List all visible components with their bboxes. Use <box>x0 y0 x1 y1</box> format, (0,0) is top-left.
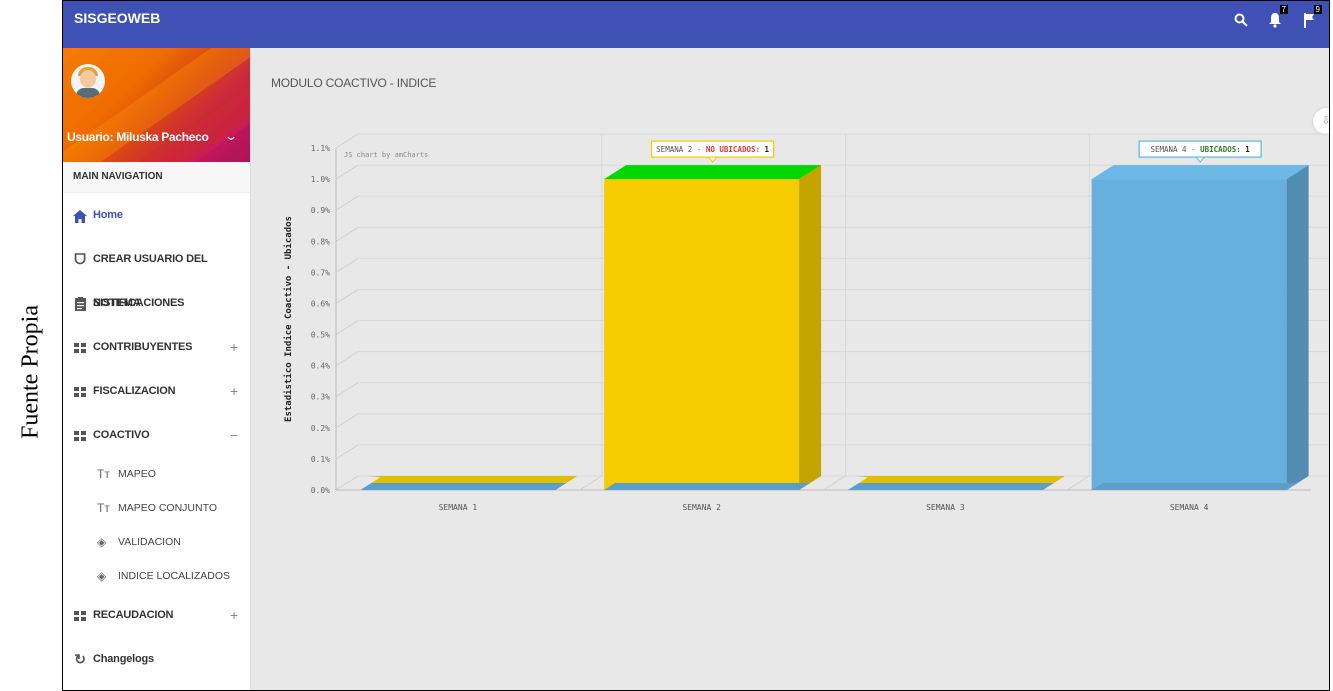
app-window: SISGEOWEB 7 9 Usuario: Miluska Pacheco ⌄… <box>62 0 1330 691</box>
x-tick-label: SEMANA 3 <box>926 503 965 512</box>
bar-chart: 0.0% 0.1% 0.2% 0.3% 0.4% 0.5% 0.6% 0.7% 0.8% 0.9%… <box>283 133 1329 512</box>
search-icon[interactable] <box>1231 9 1251 31</box>
sidebar: Usuario: Miluska Pacheco ⌄ MAIN NAVIGATI… <box>63 48 251 690</box>
notifications-badge: 7 <box>1279 5 1288 14</box>
y-tick-label: 0.0% <box>311 486 330 495</box>
sidebar-subitem-label: MAPEO <box>118 468 156 480</box>
x-tick-label: SEMANA 1 <box>439 503 478 512</box>
sidebar-item-coactivo[interactable]: COACTIVO − <box>63 413 250 457</box>
main-content: MODULO COACTIVO - INDICE ⇩ 0.0% 0.1% 0.2% 0… <box>251 48 1329 690</box>
bar-top <box>1091 165 1309 180</box>
sidebar-item-changelogs[interactable]: ↻ Changelogs <box>63 637 250 681</box>
sidebar-subitem-label: VALIDACION <box>118 536 181 548</box>
zero-bar-front <box>847 483 1054 490</box>
y-tick-label: 0.7% <box>311 268 330 277</box>
sidebar-item-label: CONTRIBUYENTES <box>93 341 193 353</box>
bar <box>1091 179 1287 490</box>
bar-side <box>1286 165 1309 490</box>
bar-top <box>604 165 822 180</box>
expand-toggle[interactable]: + <box>230 593 238 637</box>
top-bar: SISGEOWEB 7 9 <box>63 1 1329 48</box>
balloon-pointer <box>1195 156 1206 163</box>
sidebar-subitem-label: MAPEO CONJUNTO <box>118 502 217 514</box>
widgets-icon <box>72 369 88 413</box>
y-axis-label: Estadistico Indice Coactivo - Ubicados <box>283 216 294 422</box>
bar-floor <box>1091 483 1298 490</box>
sidebar-item-home[interactable]: Home <box>63 193 250 237</box>
sidebar-item-label: RECAUDACION <box>93 609 174 621</box>
users-icon: ᗜ <box>74 251 86 267</box>
sidebar-subitem-mapeo[interactable]: Tт MAPEO <box>63 457 250 491</box>
sidebar-item-label: COACTIVO <box>93 429 150 441</box>
sidebar-subitem-indice-localizados[interactable]: ◈ INDICE LOCALIZADOS <box>63 559 250 593</box>
bar-floor <box>604 483 811 490</box>
caption-text: Fuente Propia <box>17 305 44 439</box>
collapse-toggle[interactable]: − <box>230 413 238 457</box>
widgets-icon <box>72 325 88 369</box>
sidebar-subitem-mapeo-conjunto[interactable]: Tт MAPEO CONJUNTO <box>63 491 250 525</box>
sidebar-item-label: NOTIFICACIONES <box>93 297 185 309</box>
bell-icon[interactable]: 7 <box>1265 5 1288 31</box>
figure-caption: Fuente Propia <box>0 0 62 691</box>
chart-credit: JS chart by amCharts <box>344 151 428 159</box>
flags-badge: 9 <box>1313 5 1322 14</box>
sidebar-item-label: FISCALIZACION <box>93 385 176 397</box>
avatar[interactable] <box>71 64 105 98</box>
top-icons: 7 9 <box>1231 5 1322 31</box>
bar <box>604 179 800 490</box>
y-tick-label: 0.6% <box>311 299 330 308</box>
user-name[interactable]: Usuario: Miluska Pacheco <box>67 130 209 144</box>
expand-toggle[interactable]: + <box>230 325 238 369</box>
text-icon: Tт <box>97 467 110 481</box>
nav-header: MAIN NAVIGATION <box>63 162 250 193</box>
sidebar-item-recaudacion[interactable]: RECAUDACION + <box>63 593 250 637</box>
balloon-text: SEMANA 4 - UBICADOS: 1 <box>1150 145 1250 154</box>
clipboard-icon <box>72 281 88 325</box>
y-tick-label: 0.1% <box>311 455 330 464</box>
layers-icon: ◈ <box>97 569 107 583</box>
user-panel: Usuario: Miluska Pacheco ⌄ <box>63 48 250 162</box>
sidebar-item-fiscalizacion[interactable]: FISCALIZACION + <box>63 369 250 413</box>
widgets-icon <box>72 413 88 457</box>
flag-icon[interactable]: 9 <box>1299 5 1322 31</box>
bar-side <box>799 165 822 490</box>
widgets-icon <box>72 593 88 637</box>
text-icon: Tт <box>97 501 110 515</box>
zero-bar-front <box>360 483 567 490</box>
sidebar-subitem-validacion[interactable]: ◈ VALIDACION <box>63 525 250 559</box>
layers-icon: ◈ <box>97 535 107 549</box>
history-icon: ↻ <box>74 651 86 667</box>
balloon-pointer <box>707 156 718 163</box>
y-tick-label: 0.8% <box>311 237 330 246</box>
y-tick-label: 0.2% <box>311 424 330 433</box>
zero-bar-top <box>371 476 578 483</box>
zero-bar-top <box>858 476 1065 483</box>
balloon-text: SEMANA 2 - NO UBICADOS: 1 <box>656 145 769 154</box>
y-tick-label: 0.5% <box>311 331 330 340</box>
sidebar-item-notificaciones[interactable]: NOTIFICACIONES <box>63 281 250 325</box>
sidebar-item-label: Changelogs <box>93 653 154 665</box>
x-tick-label: SEMANA 4 <box>1170 503 1209 512</box>
y-tick-label: 1.0% <box>311 175 330 184</box>
y-tick-label: 0.9% <box>311 206 330 215</box>
sidebar-item-crear-usuario[interactable]: ᗜ CREAR USUARIO DEL SISTEMA <box>63 237 250 309</box>
expand-toggle[interactable]: + <box>230 369 238 413</box>
sidebar-item-contribuyentes[interactable]: CONTRIBUYENTES + <box>63 325 250 369</box>
y-tick-label: 0.3% <box>311 393 330 402</box>
y-tick-label: 0.4% <box>311 362 330 371</box>
x-tick-label: SEMANA 2 <box>682 503 721 512</box>
y-tick-label: 1.1% <box>311 144 330 153</box>
sidebar-subitem-label: INDICE LOCALIZADOS <box>118 570 231 582</box>
chevron-down-icon[interactable]: ⌄ <box>224 129 238 143</box>
home-icon <box>72 193 88 237</box>
sidebar-item-label: Home <box>93 209 123 221</box>
brand-title[interactable]: SISGEOWEB <box>74 10 160 26</box>
